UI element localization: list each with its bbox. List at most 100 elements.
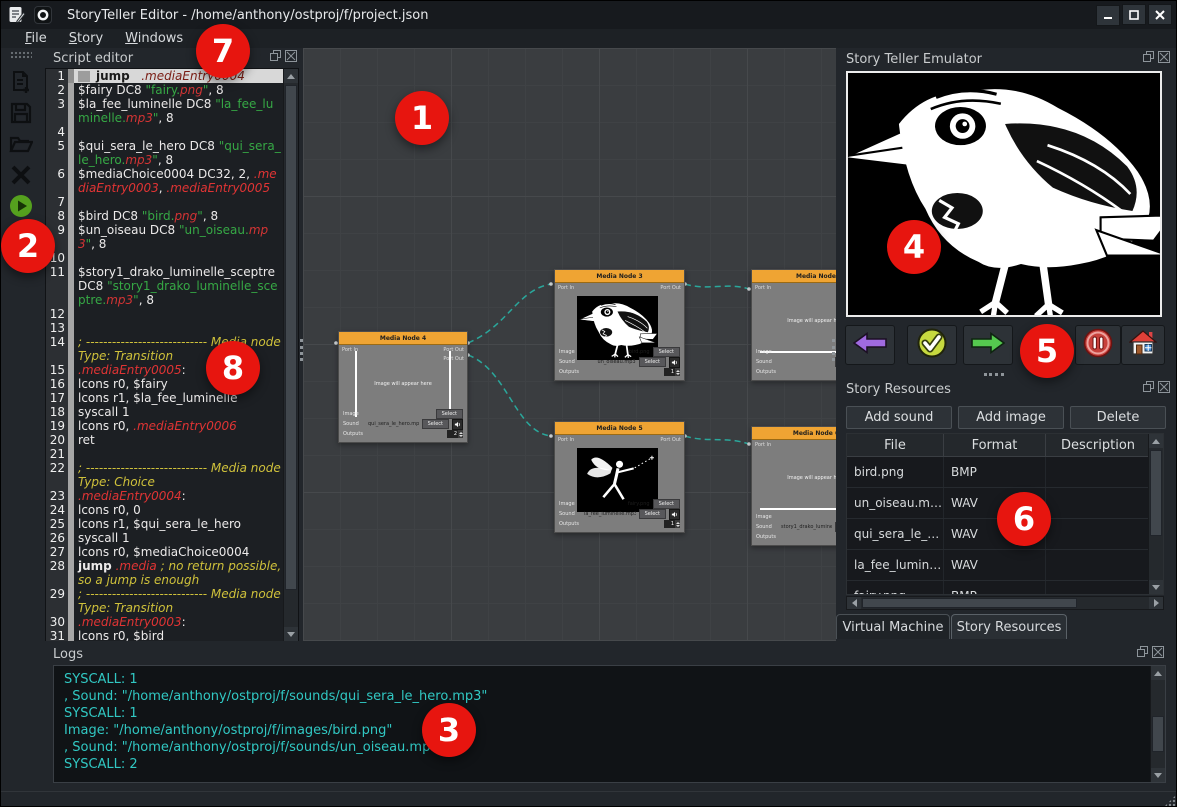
outputs-spinner[interactable]: 1 xyxy=(664,520,680,528)
close-x-button[interactable] xyxy=(6,162,36,192)
maximize-button[interactable] xyxy=(1122,4,1146,25)
speaker-icon[interactable] xyxy=(452,419,463,430)
back-arrow-button[interactable] xyxy=(845,325,895,365)
speaker-icon[interactable] xyxy=(669,357,680,368)
logs-scrollbar[interactable] xyxy=(1150,666,1165,782)
outputs-spinner[interactable]: 2 xyxy=(447,430,463,438)
node-title: Media Node 6 xyxy=(752,427,836,440)
close-panel-icon[interactable] xyxy=(1152,646,1164,658)
select-sound-button[interactable]: Select xyxy=(639,509,666,519)
node-graph-canvas[interactable]: Media Node 4Port InPort OutPort OutImage… xyxy=(303,48,836,641)
open-folder-button[interactable] xyxy=(6,131,36,161)
close-panel-icon[interactable] xyxy=(285,50,297,62)
column-header-file[interactable]: File xyxy=(847,434,944,456)
node-field-label: Image xyxy=(756,349,778,355)
run-icon xyxy=(9,194,33,222)
tab-story-resources[interactable]: Story Resources xyxy=(951,614,1067,639)
table-cell: WAV xyxy=(944,550,1046,580)
node-field-label: Sound xyxy=(559,359,581,365)
storyteller-app-icon xyxy=(33,5,53,25)
table-row[interactable]: qui_sera_le_hero.mp3WAV xyxy=(847,519,1163,550)
tab-virtual-machine[interactable]: Virtual Machine xyxy=(836,614,950,639)
select-sound-button[interactable]: Select xyxy=(639,357,666,367)
menu-item-file[interactable]: File xyxy=(15,31,57,46)
script-editor-textarea[interactable]: 1jump .mediaEntry00042$fairy DC8 "fairy.… xyxy=(45,68,299,642)
select-image-button[interactable]: Select xyxy=(653,499,680,509)
editor-line-14: 14; ---------------------------- Media n… xyxy=(46,335,283,363)
node-field-label: Sound xyxy=(343,421,365,427)
table-row[interactable]: fairy.pngBMP xyxy=(847,581,1163,595)
close-panel-icon[interactable] xyxy=(1158,381,1170,393)
node-media-node[interactable]: Media NodePort InPort OutImage will appe… xyxy=(751,269,836,381)
select-image-button[interactable]: Select xyxy=(436,409,463,419)
table-row[interactable]: la_fee_luminelle.mp3WAV xyxy=(847,550,1163,581)
float-panel-icon[interactable] xyxy=(1143,51,1155,63)
editor-line-16: 16lcons r0, $fairy xyxy=(46,377,283,391)
resources-table-scrollbar[interactable] xyxy=(1148,434,1163,594)
pause-button[interactable] xyxy=(1075,325,1121,365)
close-button[interactable] xyxy=(1148,4,1172,25)
node-field-label: Outputs xyxy=(559,369,581,375)
table-cell xyxy=(1046,457,1151,487)
node-media-node-6[interactable]: Media Node 6Port InPort OutImage will ap… xyxy=(751,426,836,546)
editor-line-23: 23.mediaEntry0004: xyxy=(46,489,283,503)
menu-item-help[interactable]: Help xyxy=(195,31,245,46)
column-header-description[interactable]: Description xyxy=(1046,434,1151,456)
close-x-icon xyxy=(10,164,32,190)
editor-line-26: 26syscall 1 xyxy=(46,531,283,545)
editor-line-10: 10 xyxy=(46,251,283,265)
node-field-label: Sound xyxy=(756,359,778,365)
add-image-button[interactable]: Add image xyxy=(958,406,1064,429)
confirm-check-button[interactable] xyxy=(907,325,957,365)
minimize-button[interactable] xyxy=(1096,5,1120,26)
table-cell: BMP xyxy=(944,457,1046,487)
port-in[interactable]: Port In xyxy=(558,285,574,291)
table-cell xyxy=(1046,488,1151,518)
table-cell xyxy=(1046,550,1151,580)
emulator-title: Story Teller Emulator xyxy=(846,52,982,67)
editor-line-9: 9$un_oiseau DC8 "un_oiseau.mp3", 8 xyxy=(46,223,283,251)
menu-item-story[interactable]: Story xyxy=(59,31,113,46)
editor-line-3: 3$la_fee_luminelle DC8 "la_fee_luminelle… xyxy=(46,97,283,125)
select-sound-button[interactable]: Select xyxy=(422,419,449,429)
table-cell: fairy.png xyxy=(847,581,944,595)
node-media-node-3[interactable]: Media Node 3Port InPort OutImagebird.png… xyxy=(554,269,685,381)
node-image-placeholder: Image will appear here xyxy=(760,289,836,353)
toolbar-drag-handle[interactable] xyxy=(10,51,32,59)
port-in[interactable]: Port In xyxy=(558,437,574,443)
home-button[interactable] xyxy=(1121,325,1165,365)
menu-item-windows[interactable]: Windows xyxy=(115,31,193,46)
editor-line-29: 29; ---------------------------- Media n… xyxy=(46,587,283,615)
resources-hscrollbar[interactable] xyxy=(846,596,1164,610)
node-field-label: Outputs xyxy=(756,534,778,540)
script-editor-scrollbar[interactable] xyxy=(283,69,298,641)
port-out[interactable]: Port Out xyxy=(660,285,681,291)
editor-line-13: 13 xyxy=(46,321,283,335)
close-panel-icon[interactable] xyxy=(1158,51,1170,63)
outputs-spinner[interactable]: 1 xyxy=(664,368,680,376)
next-arrow-button[interactable] xyxy=(963,325,1013,365)
splitter-emulator-resources[interactable] xyxy=(984,373,1004,376)
float-panel-icon[interactable] xyxy=(1143,381,1155,393)
node-media-node-4[interactable]: Media Node 4Port InPort OutPort OutImage… xyxy=(338,331,468,443)
delete-button[interactable]: Delete xyxy=(1070,406,1166,429)
table-cell: un_oiseau.mp3 xyxy=(847,488,944,518)
resize-grip-icon[interactable] xyxy=(1164,795,1176,807)
resources-table: FileFormatDescriptionbird.pngBMPun_oisea… xyxy=(846,433,1164,595)
speaker-icon[interactable] xyxy=(669,509,680,520)
save-button[interactable] xyxy=(6,100,36,130)
add-sound-button[interactable]: Add sound xyxy=(846,406,952,429)
node-title: Media Node xyxy=(752,270,836,283)
table-row[interactable]: bird.pngBMP xyxy=(847,457,1163,488)
new-file-button[interactable] xyxy=(6,69,36,99)
splitter-canvas-dock[interactable] xyxy=(832,339,835,361)
node-media-node-5[interactable]: Media Node 5Port InPort OutImagefairy.pn… xyxy=(554,421,685,533)
float-panel-icon[interactable] xyxy=(1137,646,1149,658)
select-image-button[interactable]: Select xyxy=(653,347,680,357)
run-button[interactable] xyxy=(6,193,36,223)
port-out[interactable]: Port Out xyxy=(660,437,681,443)
column-header-format[interactable]: Format xyxy=(944,434,1046,456)
table-row[interactable]: un_oiseau.mp3WAV xyxy=(847,488,1163,519)
splitter-editor-canvas[interactable] xyxy=(300,339,303,361)
float-panel-icon[interactable] xyxy=(270,50,282,62)
